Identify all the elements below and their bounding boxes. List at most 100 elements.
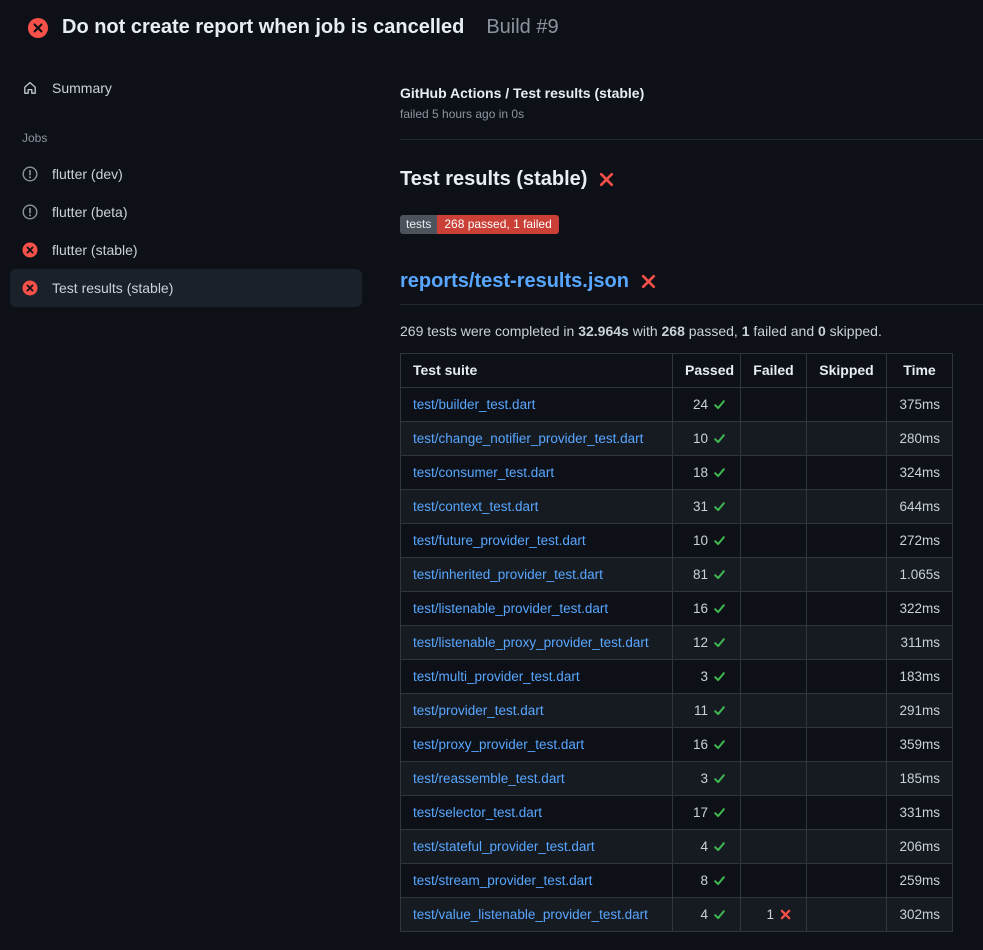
tests-badge: tests 268 passed, 1 failed xyxy=(400,215,559,234)
check-icon xyxy=(713,704,726,717)
suite-link[interactable]: test/proxy_provider_test.dart xyxy=(413,737,584,752)
failed-cell xyxy=(741,830,807,864)
table-row: test/context_test.dart 31 644ms xyxy=(401,490,953,524)
sidebar-item-job[interactable]: flutter (beta) xyxy=(10,193,362,231)
table-row: test/provider_test.dart 11 291ms xyxy=(401,694,953,728)
suite-link[interactable]: test/multi_provider_test.dart xyxy=(413,669,580,684)
suite-link[interactable]: test/value_listenable_provider_test.dart xyxy=(413,907,648,922)
col-header-test-suite: Test suite xyxy=(401,354,673,388)
table-header-row: Test suite Passed Failed Skipped Time xyxy=(401,354,953,388)
failed-cell xyxy=(741,490,807,524)
suite-cell: test/proxy_provider_test.dart xyxy=(401,728,673,762)
passed-count: 8 xyxy=(700,873,708,888)
failed-cell xyxy=(741,864,807,898)
suite-cell: test/change_notifier_provider_test.dart xyxy=(401,422,673,456)
passed-count: 3 xyxy=(700,771,708,786)
skipped-cell xyxy=(807,456,887,490)
time-cell: 259ms xyxy=(887,864,953,898)
suite-link[interactable]: test/listenable_provider_test.dart xyxy=(413,601,608,616)
passed-cell: 17 xyxy=(673,796,741,830)
failed-cell xyxy=(741,626,807,660)
skipped-cell xyxy=(807,728,887,762)
suite-link[interactable]: test/listenable_proxy_provider_test.dart xyxy=(413,635,649,650)
suite-link[interactable]: test/provider_test.dart xyxy=(413,703,544,718)
check-icon xyxy=(713,670,726,683)
time-cell: 1.065s xyxy=(887,558,953,592)
passed-count: 12 xyxy=(693,635,708,650)
failed-cell xyxy=(741,762,807,796)
col-header-time: Time xyxy=(887,354,953,388)
check-icon xyxy=(713,840,726,853)
suite-link[interactable]: test/change_notifier_provider_test.dart xyxy=(413,431,643,446)
results-table-body: test/builder_test.dart 24 375ms test/cha… xyxy=(401,388,953,932)
table-row: test/listenable_proxy_provider_test.dart… xyxy=(401,626,953,660)
tests-badge-value: 268 passed, 1 failed xyxy=(437,215,558,234)
failed-cell xyxy=(741,558,807,592)
sidebar-item-job[interactable]: Test results (stable) xyxy=(10,269,362,307)
passed-cell: 4 xyxy=(673,830,741,864)
sidebar-item-job[interactable]: flutter (stable) xyxy=(10,231,362,269)
time-cell: 302ms xyxy=(887,898,953,932)
suite-link[interactable]: test/consumer_test.dart xyxy=(413,465,554,480)
failed-cell xyxy=(741,694,807,728)
passed-cell: 18 xyxy=(673,456,741,490)
report-title-link[interactable]: reports/test-results.json xyxy=(400,270,629,293)
table-row: test/change_notifier_provider_test.dart … xyxy=(401,422,953,456)
check-icon xyxy=(713,568,726,581)
suite-link[interactable]: test/reassemble_test.dart xyxy=(413,771,565,786)
skipped-cell xyxy=(807,490,887,524)
sidebar-item-job[interactable]: flutter (dev) xyxy=(10,155,362,193)
suite-cell: test/selector_test.dart xyxy=(401,796,673,830)
col-header-failed: Failed xyxy=(741,354,807,388)
table-row: test/selector_test.dart 17 331ms xyxy=(401,796,953,830)
suite-link[interactable]: test/stream_provider_test.dart xyxy=(413,873,592,888)
passed-cell: 10 xyxy=(673,524,741,558)
suite-cell: test/context_test.dart xyxy=(401,490,673,524)
time-cell: 644ms xyxy=(887,490,953,524)
suite-link[interactable]: test/stateful_provider_test.dart xyxy=(413,839,595,854)
check-header: Do not create report when job is cancell… xyxy=(0,0,983,49)
table-row: test/stateful_provider_test.dart 4 206ms xyxy=(401,830,953,864)
failed-cell xyxy=(741,728,807,762)
page-title: Do not create report when job is cancell… xyxy=(62,16,464,39)
suite-link[interactable]: test/future_provider_test.dart xyxy=(413,533,586,548)
table-row: test/multi_provider_test.dart 3 183ms xyxy=(401,660,953,694)
passed-count: 31 xyxy=(693,499,708,514)
build-number: Build #9 xyxy=(486,16,558,39)
neutral-status-icon xyxy=(22,204,38,220)
failed-cell xyxy=(741,388,807,422)
passed-count: 11 xyxy=(694,703,708,718)
suite-cell: test/value_listenable_provider_test.dart xyxy=(401,898,673,932)
suite-cell: test/consumer_test.dart xyxy=(401,456,673,490)
check-run-title-text: Test results (stable) xyxy=(400,168,587,191)
failed-cell xyxy=(741,796,807,830)
check-icon xyxy=(713,636,726,649)
jobs-section-label: Jobs xyxy=(22,131,362,145)
suite-link[interactable]: test/selector_test.dart xyxy=(413,805,542,820)
sidebar-item-summary[interactable]: Summary xyxy=(10,69,362,107)
time-cell: 185ms xyxy=(887,762,953,796)
layout: Summary Jobs flutter (dev) xyxy=(0,49,983,932)
table-row: test/value_listenable_provider_test.dart… xyxy=(401,898,953,932)
passed-cell: 24 xyxy=(673,388,741,422)
skipped-cell xyxy=(807,660,887,694)
skipped-cell xyxy=(807,626,887,660)
x-icon xyxy=(779,908,792,921)
passed-cell: 10 xyxy=(673,422,741,456)
suite-link[interactable]: test/inherited_provider_test.dart xyxy=(413,567,603,582)
check-icon xyxy=(713,432,726,445)
main-content: GitHub Actions / Test results (stable) f… xyxy=(372,49,983,932)
passed-count: 17 xyxy=(693,805,708,820)
passed-count: 16 xyxy=(693,737,708,752)
suite-link[interactable]: test/context_test.dart xyxy=(413,499,538,514)
suite-cell: test/reassemble_test.dart xyxy=(401,762,673,796)
table-row: test/listenable_provider_test.dart 16 32… xyxy=(401,592,953,626)
table-row: test/future_provider_test.dart 10 272ms xyxy=(401,524,953,558)
suite-link[interactable]: test/builder_test.dart xyxy=(413,397,535,412)
time-cell: 311ms xyxy=(887,626,953,660)
time-cell: 206ms xyxy=(887,830,953,864)
passed-cell: 81 xyxy=(673,558,741,592)
passed-count: 18 xyxy=(693,465,708,480)
report-title: reports/test-results.json xyxy=(400,270,983,305)
passed-cell: 16 xyxy=(673,728,741,762)
